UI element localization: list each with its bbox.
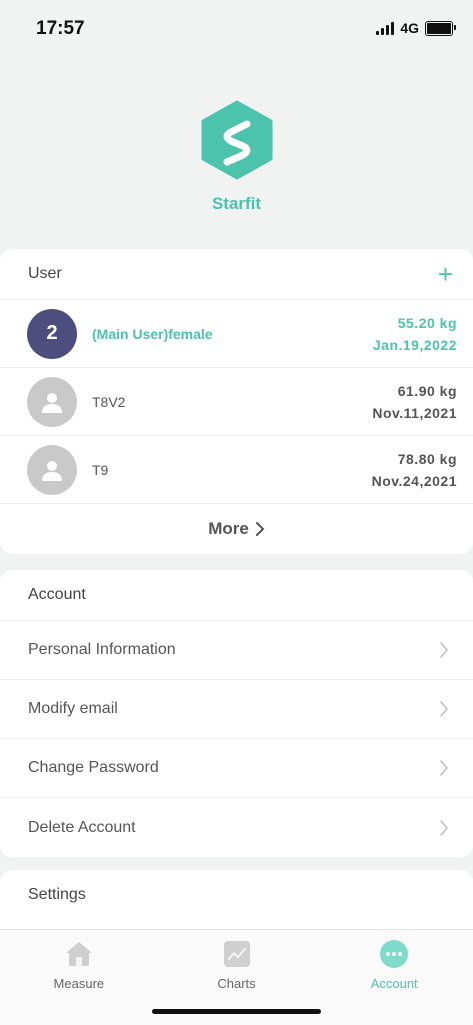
user-row[interactable]: T9 78.80 kg Nov.24,2021: [0, 436, 473, 504]
delete-account-item[interactable]: Delete Account: [0, 798, 473, 857]
user-date: Nov.11,2021: [372, 404, 457, 421]
modify-email-item[interactable]: Modify email: [0, 680, 473, 739]
home-icon: [0, 938, 158, 970]
status-bar: 17:57 4G: [0, 0, 473, 56]
tab-label: Charts: [217, 976, 256, 991]
battery-icon: [425, 20, 456, 36]
user-date: Nov.24,2021: [371, 472, 457, 489]
app-logo-area: Starfit: [0, 100, 473, 214]
user-name: (Main User)female: [92, 325, 213, 342]
avatar: [27, 376, 77, 427]
user-row-main[interactable]: 2 (Main User)female 55.20 kg Jan.19,2022: [0, 300, 473, 368]
chevron-right-icon: [440, 642, 448, 658]
tab-label: Account: [370, 976, 418, 991]
avatar: 2: [27, 308, 77, 359]
tab-label: Measure: [53, 976, 105, 991]
user-section-title: User: [28, 265, 62, 282]
avatar: [27, 444, 77, 495]
signal-icon: [376, 21, 395, 35]
app-name: Starfit: [211, 194, 262, 213]
person-icon: [42, 460, 62, 481]
user-stats: 55.20 kg Jan.19,2022: [373, 312, 457, 356]
chevron-right-icon: [440, 701, 448, 717]
user-name: T8V2: [92, 393, 126, 410]
more-label: More: [208, 519, 249, 538]
person-icon: [42, 392, 62, 413]
user-weight: 61.90 kg: [397, 382, 457, 399]
user-stats: 61.90 kg Nov.11,2021: [372, 380, 457, 424]
chevron-right-icon: [255, 522, 265, 536]
account-section-title: Account: [0, 570, 473, 621]
personal-information-item[interactable]: Personal Information: [0, 621, 473, 680]
starfit-logo-icon: [201, 100, 272, 180]
user-stats: 78.80 kg Nov.24,2021: [372, 448, 457, 492]
status-time: 17:57: [36, 18, 85, 39]
home-indicator: [152, 1009, 321, 1014]
tab-measure[interactable]: Measure: [0, 930, 158, 1025]
user-name: T9: [92, 461, 109, 478]
settings-section-title: Settings: [28, 886, 86, 903]
user-date: Jan.19,2022: [372, 336, 457, 353]
account-icon: [315, 938, 473, 970]
more-button[interactable]: More: [0, 504, 473, 554]
tab-account[interactable]: Account: [315, 930, 473, 1025]
user-card: User + 2 (Main User)female 55.20 kg Jan.…: [0, 249, 473, 554]
change-password-item[interactable]: Change Password: [0, 739, 473, 798]
chevron-right-icon: [440, 819, 448, 836]
status-indicators: 4G: [376, 20, 456, 36]
chevron-right-icon: [440, 760, 448, 776]
user-section-header: User +: [0, 249, 473, 300]
plus-icon[interactable]: +: [438, 261, 453, 287]
chart-icon: [158, 938, 316, 970]
account-card: Account Personal Information Modify emai…: [0, 570, 473, 857]
user-row[interactable]: T8V2 61.90 kg Nov.11,2021: [0, 368, 473, 436]
user-weight: 78.80 kg: [397, 450, 457, 467]
user-weight: 55.20 kg: [397, 314, 457, 331]
network-label: 4G: [400, 20, 419, 36]
